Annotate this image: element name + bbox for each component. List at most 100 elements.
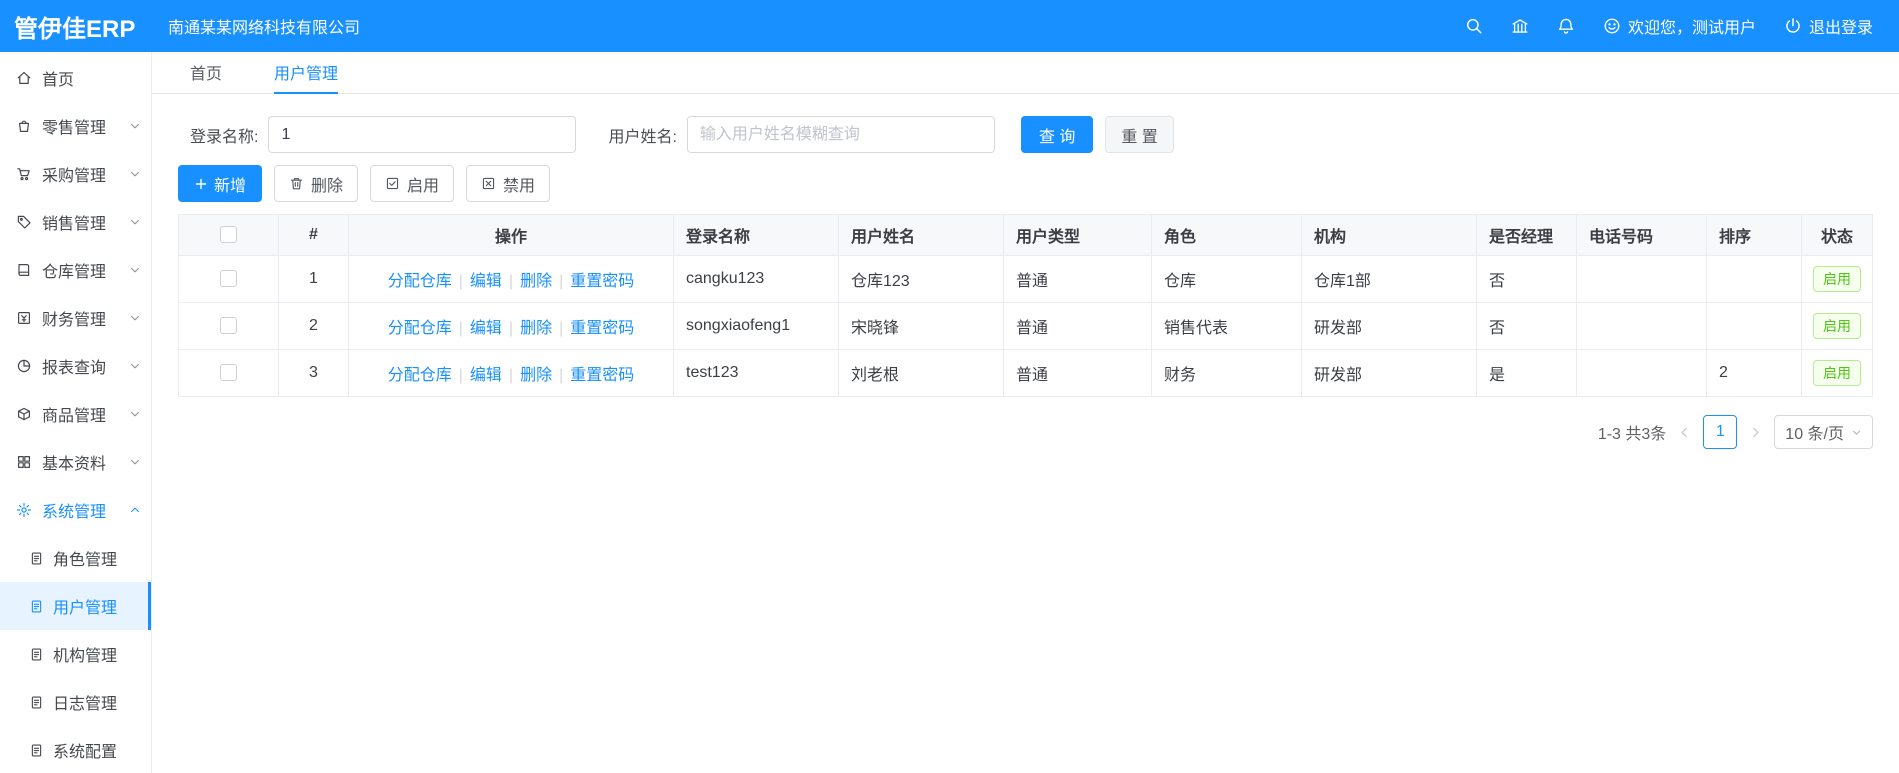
header-actions: 欢迎您，测试用户 退出登录 [1437,14,1899,38]
header-index: # [278,214,349,256]
cell-sort [1706,302,1802,350]
logout-button[interactable]: 退出登录 [1784,14,1873,38]
row-checkbox[interactable] [220,270,237,288]
user-name-label: 用户姓名: [608,128,677,146]
sidebar-item-system-config[interactable]: 系统配置 [0,726,151,773]
sidebar-item-home[interactable]: 首页 [0,54,151,102]
sidebar-item-sales[interactable]: 销售管理 [0,198,151,246]
sidebar-item-label: 财务管理 [42,312,107,329]
header-login: 登录名称 [673,214,839,256]
cell-login: test123 [673,349,839,397]
reset-button[interactable]: 重 置 [1105,116,1174,153]
cell-index: 3 [278,349,349,397]
edit-link[interactable]: 编辑 [470,273,502,290]
status-badge[interactable]: 启用 [1813,312,1861,340]
search-icon[interactable] [1465,17,1483,35]
sidebar-item-user-management[interactable]: 用户管理 [0,582,151,630]
search-button[interactable]: 查 询 [1020,116,1094,153]
next-page-button[interactable] [1747,426,1764,439]
row-checkbox[interactable] [220,364,237,382]
sidebar-item-label: 日志管理 [53,696,118,713]
prev-page-button[interactable] [1676,426,1693,439]
cell-name: 仓库123 [838,255,1004,303]
page-size-select[interactable]: 10 条/页 [1774,415,1873,449]
pagination: 1-3 共3条 1 10 条/页 [178,415,1873,449]
select-all-checkbox[interactable] [220,226,237,244]
sidebar-item-purchase[interactable]: 采购管理 [0,150,151,198]
filter-row: 登录名称: 用户姓名: 查 询 重 置 [190,116,1873,153]
sidebar-item-role-management[interactable]: 角色管理 [0,534,151,582]
sidebar-item-goods[interactable]: 商品管理 [0,390,151,438]
edit-link[interactable]: 编辑 [470,367,502,384]
bell-icon[interactable] [1557,17,1575,35]
tab-home[interactable]: 首页 [190,52,222,94]
trash-icon [289,176,304,191]
cell-status: 启用 [1801,349,1873,397]
cell-actions: 分配仓库 | 编辑 | 删除 | 重置密码 [348,255,674,303]
page-number-button[interactable]: 1 [1703,415,1738,449]
sidebar-item-label: 首页 [42,72,75,89]
document-icon [29,647,44,662]
header-manager: 是否经理 [1476,214,1577,256]
reset-password-link[interactable]: 重置密码 [570,367,634,384]
link-separator: | [559,273,564,290]
delete-button[interactable]: 删除 [274,165,359,202]
money-icon [16,310,32,326]
delete-link[interactable]: 删除 [520,320,552,337]
app-logo: 管伊佳ERP [14,15,136,43]
assign-warehouse-link[interactable]: 分配仓库 [388,273,452,290]
power-icon [1784,17,1802,35]
sidebar-item-label: 用户管理 [53,600,118,617]
user-table: # 操作 登录名称 用户姓名 用户类型 角色 机构 是否经理 电话号码 排序 状… [178,214,1873,397]
sidebar: 首页 零售管理 采购管理 销售管理 仓库管理 财务管理 报表查询 商品管理 基本… [0,52,152,773]
row-checkbox[interactable] [220,317,237,335]
link-separator: | [508,273,514,290]
sidebar-item-warehouse[interactable]: 仓库管理 [0,246,151,294]
delete-link[interactable]: 删除 [520,273,552,290]
login-name-input[interactable] [268,116,577,153]
add-button-label: 新增 [214,177,247,195]
user-circle-icon [1603,17,1621,35]
user-name-input[interactable] [686,116,995,153]
delete-link[interactable]: 删除 [520,367,552,384]
book-icon [16,262,32,278]
sidebar-item-log-management[interactable]: 日志管理 [0,678,151,726]
sidebar-item-org-management[interactable]: 机构管理 [0,630,151,678]
cell-manager: 是 [1476,349,1577,397]
sidebar-item-basic-data[interactable]: 基本资料 [0,438,151,486]
status-badge[interactable]: 启用 [1813,265,1861,293]
cell-type: 普通 [1003,255,1152,303]
table-row: 1 分配仓库 | 编辑 | 删除 | 重置密码 cangku123 仓库123 普通 仓库 … [178,255,1873,303]
welcome-text: 欢迎您，测试用户 [1627,20,1756,37]
cell-org: 研发部 [1301,302,1477,350]
home-shortcut-icon[interactable] [1511,17,1529,35]
assign-warehouse-link[interactable]: 分配仓库 [388,320,452,337]
header-select-cell [178,214,279,256]
enable-button[interactable]: 启用 [370,165,455,202]
cell-phone [1576,255,1707,303]
link-separator: | [508,367,514,384]
reset-password-link[interactable]: 重置密码 [570,273,634,290]
chevron-down-icon [129,312,141,324]
assign-warehouse-link[interactable]: 分配仓库 [388,367,452,384]
cell-phone [1576,349,1707,397]
add-button[interactable]: 新增 [178,165,263,202]
sidebar-item-reports[interactable]: 报表查询 [0,342,151,390]
sidebar-item-system[interactable]: 系统管理 [0,486,151,534]
tab-user-management[interactable]: 用户管理 [274,52,339,94]
chevron-down-icon [129,360,141,372]
document-icon [29,599,44,614]
sidebar-item-retail[interactable]: 零售管理 [0,102,151,150]
cell-type: 普通 [1003,302,1152,350]
grid-icon [16,454,32,470]
x-square-icon [481,176,496,191]
user-welcome[interactable]: 欢迎您，测试用户 [1603,14,1756,38]
sidebar-item-finance[interactable]: 财务管理 [0,294,151,342]
header-org: 机构 [1301,214,1477,256]
edit-link[interactable]: 编辑 [470,320,502,337]
status-badge[interactable]: 启用 [1813,359,1861,387]
reset-password-link[interactable]: 重置密码 [570,320,634,337]
table-row: 2 分配仓库 | 编辑 | 删除 | 重置密码 songxiaofeng1 宋晓锋 普通 销… [178,302,1873,350]
disable-button[interactable]: 禁用 [466,165,551,202]
chevron-down-icon [129,264,141,276]
